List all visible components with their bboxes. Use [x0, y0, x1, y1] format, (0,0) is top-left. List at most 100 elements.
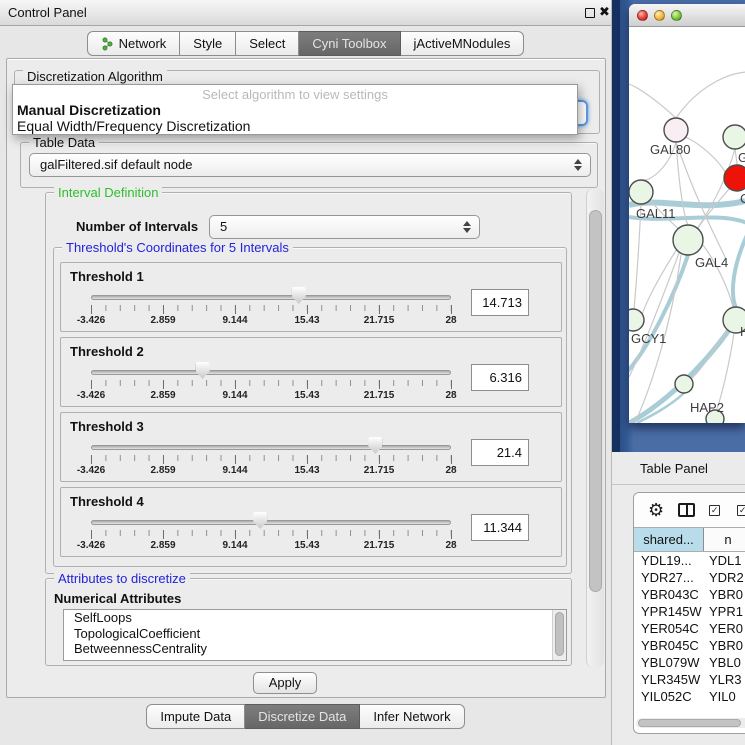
minimize-traffic-light-icon[interactable]: [654, 10, 665, 21]
node-red-selected[interactable]: [724, 165, 745, 191]
column-layout-icon[interactable]: [678, 503, 695, 517]
algorithm-dropdown-popup: Select algorithm to view settings Manual…: [12, 84, 578, 135]
threshold-4-value-field[interactable]: 11.344: [471, 514, 529, 541]
control-panel-titlebar: Control Panel ✖: [0, 0, 611, 26]
node-hap2[interactable]: [675, 375, 693, 393]
node-label-cut-g: G: [738, 150, 745, 165]
interval-definition-group: Interval Definition Number of Intervals …: [45, 192, 572, 574]
dropdown-hint: Select algorithm to view settings: [13, 85, 577, 102]
float-window-icon[interactable]: [585, 8, 595, 18]
table-panel: Table Panel ⚙ ✓ ✓ shared... n YDL19...YD…: [612, 452, 745, 745]
threshold-2-box: Threshold 2 -3.426 2.859 9.144 15.43: [60, 337, 562, 407]
table-row[interactable]: YDL19...YDL1: [634, 553, 745, 570]
threshold-2-slider[interactable]: -3.426 2.859 9.144 15.43 21.715 28: [91, 338, 451, 408]
table-row[interactable]: YBR045CYBR0: [634, 638, 745, 655]
slider-thumb[interactable]: [368, 437, 382, 454]
table-row[interactable]: YIL052CYIL0: [634, 689, 745, 706]
settings-scroll-area: Interval Definition Number of Intervals …: [12, 186, 604, 672]
column-header-name[interactable]: n: [704, 528, 745, 551]
network-view-window[interactable]: GAL80 GAL11 GAL4 GCY1 HAP2 G C H: [629, 4, 745, 423]
list-item[interactable]: SelfLoops: [64, 610, 566, 626]
table-scrollbar-thumb[interactable]: [638, 719, 741, 727]
tab-impute-data[interactable]: Impute Data: [146, 704, 245, 729]
tick-label: 21.715: [364, 390, 395, 401]
network-desktop: GAL80 GAL11 GAL4 GCY1 HAP2 G C H: [612, 0, 745, 452]
bottom-tab-bar: Impute Data Discretize Data Infer Networ…: [0, 704, 611, 729]
number-of-intervals-value: 5: [220, 219, 227, 234]
threshold-3-slider[interactable]: -3.426 2.859 9.144 15.43 21.715 28: [91, 413, 451, 483]
table-data-title: Table Data: [29, 135, 99, 150]
dropdown-option-manual[interactable]: Manual Discretization: [13, 102, 577, 118]
numerical-attributes-list[interactable]: SelfLoops TopologicalCoefficient Between…: [63, 609, 567, 661]
node-label-gal80: GAL80: [650, 142, 690, 157]
threshold-2-value-field[interactable]: 6.316: [471, 364, 529, 391]
slider-thumb[interactable]: [253, 512, 267, 529]
node-top-right[interactable]: [723, 125, 745, 149]
slider-track: [91, 520, 451, 525]
tick-label: 2.859: [150, 540, 175, 551]
tab-select[interactable]: Select: [236, 31, 299, 56]
threshold-4-slider[interactable]: -3.426 2.859 9.144 15.43 21.715 28: [91, 488, 451, 558]
checkbox-icon[interactable]: ✓: [709, 505, 720, 516]
settings-scrollbar[interactable]: [586, 188, 604, 668]
interval-definition-title: Interval Definition: [54, 185, 162, 200]
table-panel-title: Table Panel: [640, 461, 708, 476]
close-icon[interactable]: ✖: [599, 4, 610, 20]
slider-thumb[interactable]: [196, 362, 210, 379]
table-row[interactable]: YBL079WYBL0: [634, 655, 745, 672]
network-canvas[interactable]: GAL80 GAL11 GAL4 GCY1 HAP2 G C H: [629, 27, 745, 423]
threshold-1-box: Threshold 1 -3.426 2.859 9.144 15.43: [60, 262, 562, 332]
slider-tick-labels: -3.426 2.859 9.144 15.43 21.715 28: [91, 465, 451, 477]
table-row[interactable]: YPR145WYPR1: [634, 604, 745, 621]
list-item[interactable]: BetweennessCentrality: [64, 641, 566, 657]
number-of-intervals-combobox[interactable]: 5: [209, 215, 480, 239]
apply-button[interactable]: Apply: [253, 672, 317, 694]
gear-icon[interactable]: ⚙: [648, 501, 664, 519]
dropdown-option-equal-width[interactable]: Equal Width/Frequency Discretization: [13, 118, 577, 134]
node-gal80[interactable]: [664, 118, 688, 142]
tick-label: 2.859: [150, 315, 175, 326]
close-traffic-light-icon[interactable]: [637, 10, 648, 21]
tab-style[interactable]: Style: [180, 31, 236, 56]
checkbox-icon[interactable]: ✓: [737, 505, 745, 516]
threshold-3-value-field[interactable]: 21.4: [471, 439, 529, 466]
column-header-shared-name[interactable]: shared...: [634, 528, 704, 551]
threshold-3-box: Threshold 3 -3.426 2.859 9.144 15.43: [60, 412, 562, 482]
node-gal4[interactable]: [673, 225, 703, 255]
node-gal11[interactable]: [629, 180, 653, 204]
numerical-attributes-label: Numerical Attributes: [54, 591, 181, 606]
tab-discretize-data[interactable]: Discretize Data: [245, 704, 360, 729]
threshold-1-slider[interactable]: -3.426 2.859 9.144 15.43 21.715 28: [91, 263, 451, 333]
tab-style-label: Style: [193, 32, 222, 55]
panel-title: Control Panel: [8, 5, 87, 20]
table-data-selected: galFiltered.sif default node: [40, 157, 192, 172]
threshold-1-value-field[interactable]: 14.713: [471, 289, 529, 316]
tick-label: 15.43: [294, 540, 319, 551]
table-row[interactable]: YER054CYER0: [634, 621, 745, 638]
node-label-gcy1: GCY1: [631, 331, 666, 346]
table-row[interactable]: YLR345WYLR3: [634, 672, 745, 689]
list-scrollbar-thumb[interactable]: [555, 612, 564, 656]
node-gcy1[interactable]: [629, 309, 644, 331]
right-region: GAL80 GAL11 GAL4 GCY1 HAP2 G C H Table P: [612, 0, 745, 745]
list-item[interactable]: TopologicalCoefficient: [64, 626, 566, 642]
tab-cyni-toolbox[interactable]: Cyni Toolbox: [299, 31, 400, 56]
list-scrollbar[interactable]: [552, 610, 566, 660]
zoom-traffic-light-icon[interactable]: [671, 10, 682, 21]
table-data-combobox[interactable]: galFiltered.sif default node: [29, 153, 591, 177]
node-label-gal4: GAL4: [695, 255, 728, 270]
slider-thumb[interactable]: [292, 287, 306, 304]
node-label-cut-c: C: [740, 191, 745, 206]
table-horizontal-scrollbar[interactable]: [636, 718, 745, 728]
table-row[interactable]: YDR27...YDR2: [634, 570, 745, 587]
tab-network[interactable]: Network: [87, 31, 181, 56]
tab-jactivemnodules[interactable]: jActiveMNodules: [401, 31, 525, 56]
tick-label: 2.859: [150, 465, 175, 476]
tick-label: 28: [445, 390, 456, 401]
tab-select-label: Select: [249, 32, 285, 55]
network-window-titlebar[interactable]: [629, 4, 745, 27]
settings-scrollbar-thumb[interactable]: [589, 210, 602, 592]
tab-infer-network[interactable]: Infer Network: [360, 704, 464, 729]
tick-label: 21.715: [364, 465, 395, 476]
table-row[interactable]: YBR043CYBR0: [634, 587, 745, 604]
